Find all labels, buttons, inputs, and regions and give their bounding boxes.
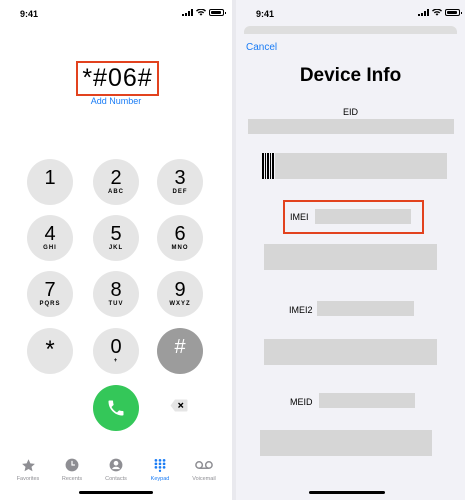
key-8[interactable]: 8 TUV — [93, 271, 139, 317]
device-info-screen: 9:41 Cancel Device Info EID IMEI IMEI2 M… — [236, 0, 465, 500]
key-2[interactable]: 2 ABC — [93, 159, 139, 205]
eid-label: EID — [342, 107, 358, 117]
key-digit: 5 — [110, 223, 122, 245]
home-indicator — [309, 491, 385, 494]
barcode-redacted — [275, 153, 447, 179]
tab-label: Contacts — [105, 476, 127, 482]
key-digit: 7 — [44, 279, 56, 301]
imei-barcode-redacted — [264, 244, 437, 270]
home-indicator — [79, 491, 153, 494]
key-digit: 1 — [44, 167, 56, 189]
key-letters: PQRS — [39, 301, 61, 307]
key-7[interactable]: 7 PQRS — [27, 271, 73, 317]
tab-voicemail[interactable]: Voicemail — [184, 452, 224, 500]
meid-value-redacted — [319, 393, 415, 408]
phone-icon — [108, 400, 124, 416]
add-number-link[interactable]: Add Number — [0, 96, 232, 106]
meid-label: MEID — [290, 397, 313, 407]
imei2-label: IMEI2 — [289, 305, 313, 315]
star-icon — [21, 458, 35, 471]
cellular-signal-icon — [418, 9, 429, 16]
key-letters: TUV — [108, 301, 124, 307]
key-digit: 2 — [110, 167, 122, 189]
key-5[interactable]: 5 JKL — [93, 215, 139, 261]
battery-icon — [445, 9, 462, 16]
imei-label: IMEI — [290, 212, 309, 222]
tab-label: Voicemail — [192, 476, 216, 482]
key-9[interactable]: 9 WXYZ — [157, 271, 203, 317]
tab-label: Recents — [61, 476, 83, 482]
key-6[interactable]: 6 MNO — [157, 215, 203, 261]
key-0[interactable]: 0 + — [93, 328, 139, 374]
key-4[interactable]: 4 GHI — [27, 215, 73, 261]
imei-value-redacted — [315, 209, 411, 224]
imei2-value-redacted — [317, 301, 414, 316]
background-sheet — [244, 26, 457, 34]
phone-keypad-screen: 9:41 *#06# Add Number 1 2 ABC 3 DEF 4 GHI 5… — [0, 0, 232, 500]
tab-favorites[interactable]: Favorites — [8, 452, 48, 500]
key-letters: DEF — [172, 189, 188, 195]
dialed-number-display: *#06# — [76, 61, 159, 96]
meid-barcode-redacted — [260, 430, 432, 456]
key-star[interactable]: * — [27, 328, 73, 374]
tab-label: Favorites — [16, 476, 40, 482]
eid-value-redacted — [248, 119, 454, 134]
key-letters: + — [113, 358, 119, 364]
imei2-barcode-redacted — [264, 339, 437, 365]
key-digit: 0 — [110, 336, 122, 358]
delete-backward-icon — [170, 399, 188, 412]
key-digit: # — [174, 336, 186, 358]
backspace-button[interactable] — [170, 399, 188, 417]
key-letters: MNO — [171, 245, 189, 251]
key-hash[interactable]: # — [157, 328, 203, 374]
key-digit: 8 — [110, 279, 122, 301]
key-1[interactable]: 1 — [27, 159, 73, 205]
person-circle-icon — [109, 458, 123, 472]
battery-icon — [209, 9, 226, 16]
status-icons — [182, 9, 226, 16]
key-letters: ABC — [108, 189, 124, 195]
page-title: Device Info — [299, 65, 402, 86]
key-digit: * — [45, 336, 55, 363]
key-3[interactable]: 3 DEF — [157, 159, 203, 205]
eid-barcode — [262, 153, 274, 179]
status-time: 9:41 — [20, 9, 39, 19]
key-digit: 6 — [174, 223, 186, 245]
status-icons — [418, 9, 462, 16]
voicemail-icon — [195, 461, 213, 469]
wifi-icon — [196, 9, 206, 16]
keypad-icon — [154, 458, 166, 472]
cancel-button[interactable]: Cancel — [246, 42, 277, 53]
call-button[interactable] — [93, 385, 139, 431]
status-time: 9:41 — [256, 9, 275, 19]
key-digit: 9 — [174, 279, 186, 301]
wifi-icon — [432, 9, 442, 16]
tab-label: Keypad — [150, 476, 170, 482]
key-digit: 4 — [44, 223, 56, 245]
key-digit: 3 — [174, 167, 186, 189]
clock-icon — [65, 458, 79, 472]
key-letters: JKL — [108, 245, 124, 251]
cellular-signal-icon — [182, 9, 193, 16]
key-letters: GHI — [43, 245, 57, 251]
key-letters: WXYZ — [169, 301, 191, 307]
